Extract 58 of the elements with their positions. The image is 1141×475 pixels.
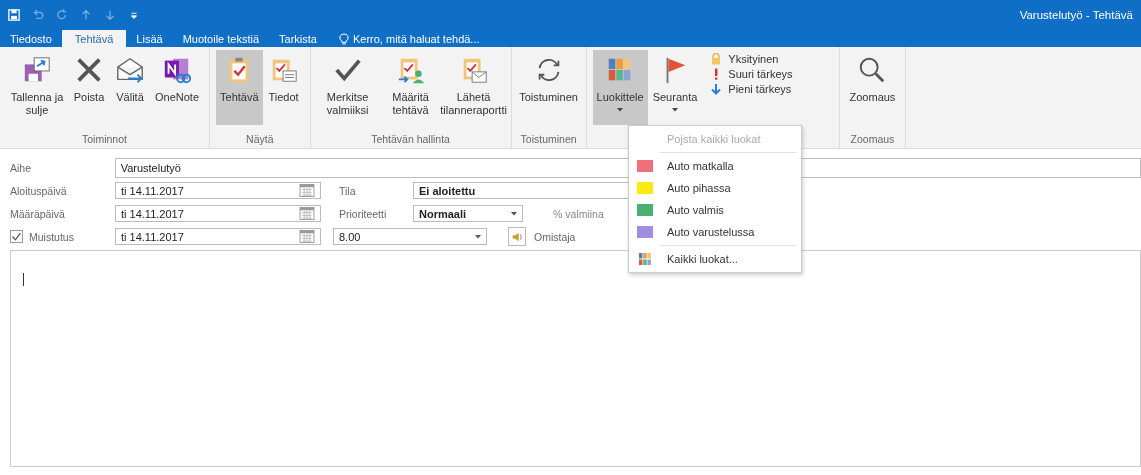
save-icon[interactable]	[8, 9, 20, 21]
field-label: Aloituspäivä	[10, 184, 68, 197]
ribbon-button[interactable]: Poista	[69, 50, 109, 125]
tell-me-field[interactable]: Kerro, mitä haluat tehdä...	[334, 30, 484, 47]
group-label: Zoomaus	[849, 132, 896, 147]
priority-dropdown[interactable]: Normaali	[413, 205, 523, 222]
field-label: Prioriteetti	[339, 207, 388, 220]
reminder-checkbox[interactable]	[10, 230, 23, 243]
envelope-icon	[115, 55, 145, 85]
window-title: Varustelutyö - Tehtävä	[1019, 9, 1133, 21]
ribbon-button[interactable]: OneNote	[151, 50, 204, 125]
menu-item[interactable]: Kaikki luokat...	[629, 248, 801, 270]
caret-icon	[511, 211, 517, 216]
up-arrow-icon[interactable]	[80, 9, 92, 21]
group-label: Toiminnot	[81, 132, 128, 147]
group-label: Toistuminen	[519, 132, 578, 147]
group-label: Tehtävän hallinta	[370, 132, 451, 147]
calendar-icon[interactable]	[299, 184, 315, 197]
field-label: Aihe	[10, 161, 32, 174]
ribbon-button[interactable]: Tallenna ja sulje	[6, 50, 68, 125]
lock-icon	[710, 53, 723, 65]
ribbon-button[interactable]: Toistuminen	[517, 50, 580, 125]
field-label: % valmiina	[553, 207, 604, 220]
date-field[interactable]: ti 14.11.2017	[115, 205, 321, 222]
ribbon-button[interactable]: Tehtävä	[216, 50, 263, 125]
calendar-icon[interactable]	[299, 230, 315, 243]
down-arrow-icon[interactable]	[104, 9, 116, 21]
menu-item[interactable]: Auto valmis	[629, 199, 801, 221]
field-label: Omistaja	[534, 230, 576, 243]
ribbon-button[interactable]: Lähetä tilanneraportti	[442, 50, 505, 125]
ribbon-button[interactable]: Merkitse valmiiksi	[316, 50, 379, 125]
caret-icon	[475, 234, 481, 239]
ribbon-button[interactable]: Tiedot	[263, 50, 304, 125]
field-label: Tila	[339, 184, 357, 197]
time-dropdown[interactable]: 8.00	[333, 228, 487, 245]
group-label: Näytä	[245, 132, 275, 147]
lightbulb-icon	[338, 32, 349, 45]
field-label: Muistutus	[29, 230, 74, 243]
undo-icon[interactable]	[32, 9, 44, 21]
date-field[interactable]: ti 14.11.2017	[115, 182, 321, 199]
ribbon-tab[interactable]: Tehtävä	[61, 30, 127, 47]
ribbon-button[interactable]: Yksityinen	[710, 53, 793, 65]
down-arrow-icon	[710, 83, 723, 95]
ribbon-button[interactable]: Pieni tärkeys	[710, 83, 793, 95]
sound-button[interactable]	[508, 227, 526, 246]
calendar-icon[interactable]	[299, 207, 315, 220]
ribbon-button[interactable]: Seuranta	[648, 50, 702, 125]
ribbon-button[interactable]: Zoomaus	[845, 50, 900, 125]
date-field[interactable]: ti 14.11.2017	[115, 228, 321, 245]
menu-item[interactable]: Auto matkalla	[629, 155, 801, 177]
ribbon-button[interactable]: Luokittele	[592, 50, 648, 125]
ribbon-button[interactable]: Suuri tärkeys	[710, 68, 793, 80]
menu-item[interactable]: Auto varustelussa	[629, 221, 801, 243]
redo-icon[interactable]	[56, 9, 68, 21]
field-label: Määräpäivä	[10, 207, 66, 220]
ribbon-button[interactable]: Välitä	[110, 50, 150, 125]
categories-icon	[638, 253, 652, 265]
speaker-icon	[511, 230, 523, 243]
